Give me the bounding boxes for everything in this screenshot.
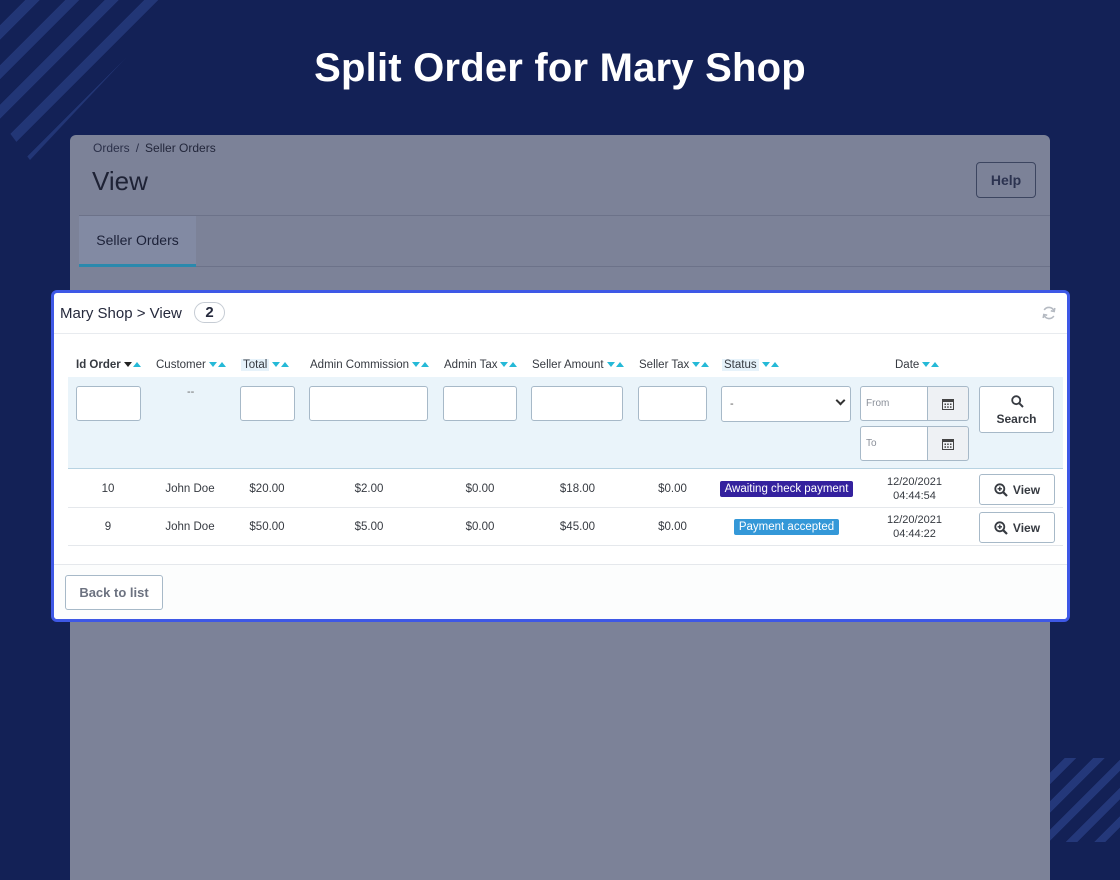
sort-icon[interactable] bbox=[500, 362, 518, 367]
filter-total-input[interactable] bbox=[240, 386, 295, 421]
col-header-customer[interactable]: Customer bbox=[156, 357, 227, 372]
page-title: View bbox=[92, 166, 148, 196]
cell-customer: John Doe bbox=[165, 521, 215, 533]
search-button[interactable]: Search bbox=[979, 386, 1054, 433]
back-to-list-button[interactable]: Back to list bbox=[65, 575, 163, 610]
status-select-value: - bbox=[730, 398, 734, 410]
col-header-label: Admin Tax bbox=[444, 358, 498, 371]
view-order-button[interactable]: View bbox=[979, 474, 1055, 505]
breadcrumb-separator: / bbox=[135, 141, 140, 155]
cell-status: Payment accepted bbox=[714, 508, 859, 546]
cell-date-time: 04:44:54 bbox=[893, 490, 936, 502]
cell-id-order: 9 bbox=[104, 521, 112, 533]
chevron-down-icon bbox=[835, 395, 846, 406]
status-badge: Awaiting check payment bbox=[719, 481, 854, 497]
col-header-label: Date bbox=[895, 358, 920, 371]
sort-icon[interactable] bbox=[272, 362, 290, 367]
cell-admin-tax: $0.00 bbox=[465, 483, 495, 495]
date-from-input[interactable]: From bbox=[860, 386, 928, 421]
sort-icon[interactable] bbox=[761, 362, 780, 367]
col-header-admin-commission[interactable]: Admin Commission bbox=[310, 357, 430, 372]
col-header-label: Total bbox=[241, 358, 270, 371]
cell-date-day: 12/20/2021 bbox=[886, 514, 943, 526]
sort-icon[interactable] bbox=[123, 362, 142, 367]
col-header-label: Admin Commission bbox=[310, 358, 410, 371]
panel-title: Mary Shop > View bbox=[60, 305, 182, 322]
cell-date: 12/20/2021 04:44:54 bbox=[859, 470, 970, 508]
calendar-icon bbox=[942, 439, 954, 450]
breadcrumb-orders[interactable]: Orders bbox=[93, 141, 130, 155]
sort-icon[interactable] bbox=[412, 362, 430, 367]
col-header-status[interactable]: Status bbox=[722, 357, 780, 372]
cell-admin-tax: $0.00 bbox=[465, 521, 495, 533]
cell-seller-amount: $45.00 bbox=[559, 521, 596, 533]
cell-admin-commission: $2.00 bbox=[354, 483, 384, 495]
view-button-label: View bbox=[1012, 520, 1041, 535]
cell-date-day: 12/20/2021 bbox=[886, 476, 943, 488]
filter-date-from: From bbox=[860, 386, 969, 421]
panel-footer: Back to list bbox=[54, 564, 1067, 619]
cell-total: $20.00 bbox=[249, 483, 285, 495]
calendar-from-button[interactable] bbox=[927, 386, 969, 421]
table-row[interactable]: 9 John Doe $50.00 $5.00 $0.00 $45.00 $0.… bbox=[68, 508, 1063, 546]
sort-icon[interactable] bbox=[692, 362, 710, 367]
panel-header: Mary Shop > View 2 bbox=[54, 293, 1067, 334]
filter-admin-commission-input[interactable] bbox=[309, 386, 428, 421]
cell-seller-tax: $0.00 bbox=[658, 483, 687, 495]
breadcrumb: Orders / Seller Orders bbox=[93, 141, 216, 155]
filter-admin-tax-input[interactable] bbox=[443, 386, 517, 421]
help-button[interactable]: Help bbox=[976, 162, 1036, 198]
search-icon bbox=[1011, 395, 1024, 408]
tab-seller-orders[interactable]: Seller Orders bbox=[79, 216, 196, 267]
col-header-seller-tax[interactable]: Seller Tax bbox=[639, 357, 710, 372]
col-header-total[interactable]: Total bbox=[241, 357, 290, 372]
status-badge: Payment accepted bbox=[733, 519, 840, 535]
cell-customer: John Doe bbox=[165, 483, 215, 495]
filter-date-to: To bbox=[860, 426, 969, 461]
filter-id-order-input[interactable] bbox=[76, 386, 141, 421]
filter-customer-placeholder: -- bbox=[187, 386, 195, 398]
filter-seller-amount-input[interactable] bbox=[531, 386, 623, 421]
cell-status: Awaiting check payment bbox=[714, 470, 859, 508]
filter-row: -- - From To Search bbox=[68, 377, 1063, 469]
zoom-in-icon bbox=[994, 482, 1008, 497]
col-header-label: Seller Amount bbox=[532, 358, 604, 371]
col-header-label: Status bbox=[722, 358, 759, 371]
cell-admin-commission: $5.00 bbox=[354, 521, 384, 533]
zoom-in-icon bbox=[994, 520, 1008, 535]
view-button-label: View bbox=[1012, 482, 1041, 497]
sort-icon[interactable] bbox=[208, 362, 227, 367]
tabs-bar: Seller Orders bbox=[79, 216, 1050, 267]
sort-icon[interactable] bbox=[922, 362, 940, 367]
cell-date: 12/20/2021 04:44:22 bbox=[859, 508, 970, 546]
filter-status-select[interactable]: - bbox=[721, 386, 851, 422]
filter-seller-tax-input[interactable] bbox=[638, 386, 707, 421]
view-order-button[interactable]: View bbox=[979, 512, 1055, 543]
col-header-id-order[interactable]: Id Order bbox=[76, 357, 142, 372]
cell-seller-tax: $0.00 bbox=[658, 521, 687, 533]
breadcrumb-seller-orders: Seller Orders bbox=[145, 141, 216, 155]
cell-id-order: 10 bbox=[101, 483, 115, 495]
col-header-admin-tax[interactable]: Admin Tax bbox=[444, 357, 518, 372]
hero-title: Split Order for Mary Shop bbox=[314, 46, 806, 90]
col-header-label: Seller Tax bbox=[639, 358, 690, 371]
col-header-seller-amount[interactable]: Seller Amount bbox=[532, 357, 625, 372]
cell-seller-amount: $18.00 bbox=[559, 483, 596, 495]
col-header-label: Id Order bbox=[76, 358, 121, 371]
search-button-label: Search bbox=[996, 412, 1037, 426]
seller-orders-panel: Mary Shop > View 2 Id Order Customer Tot… bbox=[51, 290, 1070, 622]
cell-total: $50.00 bbox=[249, 521, 285, 533]
date-to-input[interactable]: To bbox=[860, 426, 928, 461]
table-row[interactable]: 10 John Doe $20.00 $2.00 $0.00 $18.00 $0… bbox=[68, 470, 1063, 508]
sort-icon[interactable] bbox=[606, 362, 625, 367]
decorative-stripes-bottom-right bbox=[1048, 758, 1120, 842]
calendar-to-button[interactable] bbox=[927, 426, 969, 461]
cell-date-time: 04:44:22 bbox=[893, 528, 936, 540]
count-badge: 2 bbox=[194, 302, 225, 323]
col-header-label: Customer bbox=[156, 358, 206, 371]
col-header-date[interactable]: Date bbox=[895, 357, 940, 372]
calendar-icon bbox=[942, 399, 954, 410]
refresh-icon[interactable] bbox=[1041, 305, 1057, 321]
